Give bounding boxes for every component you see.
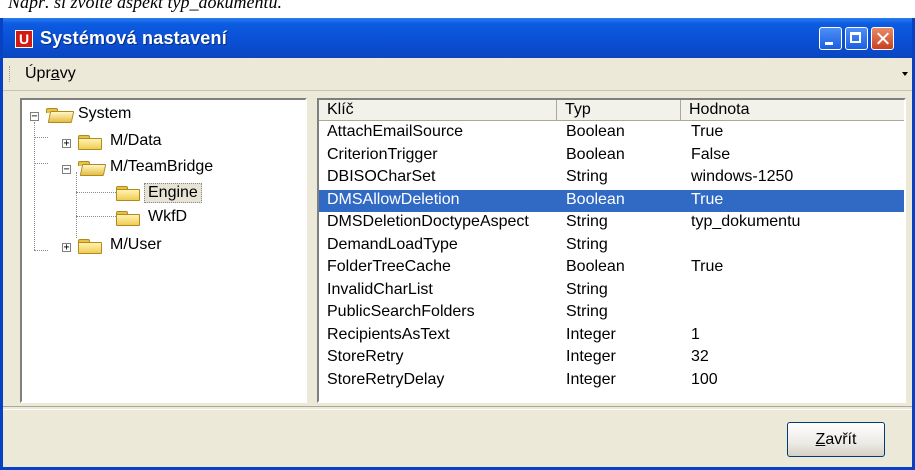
collapse-icon[interactable]: − <box>30 112 39 122</box>
table-row[interactable]: InvalidCharList String <box>319 280 904 302</box>
folder-icon <box>78 135 103 150</box>
tree-label: WkfD <box>148 208 188 225</box>
cell-type: String <box>566 235 608 253</box>
table-row[interactable]: RecipientsAsText Integer 1 <box>319 325 904 347</box>
table-row[interactable]: AttachEmailSource Boolean True <box>319 122 904 144</box>
table-row[interactable]: PublicSearchFolders String <box>319 302 904 324</box>
cell-value: True <box>691 258 724 275</box>
column-header-type[interactable]: Typ <box>557 100 681 121</box>
cell-key: StoreRetry <box>327 348 404 365</box>
tree-connector <box>34 250 48 251</box>
close-button[interactable]: Zavřít <box>787 422 885 457</box>
maximize-button[interactable] <box>845 27 868 50</box>
settings-table: Klíč Typ Hodnota AttachEmailSource Boolea… <box>317 98 906 403</box>
minimize-button[interactable] <box>819 27 842 50</box>
cell-key: CriterionTrigger <box>327 145 438 163</box>
folder-icon <box>78 239 103 254</box>
cell-value: 100 <box>691 370 718 388</box>
table-row[interactable]: FolderTreeCache Boolean True <box>319 257 904 279</box>
open-folder-icon <box>78 161 107 176</box>
close-window-button[interactable] <box>871 27 894 50</box>
expand-icon[interactable]: + <box>62 139 71 149</box>
expand-icon[interactable]: + <box>62 243 71 253</box>
cell-key: FolderTreeCache <box>327 258 451 275</box>
cell-value: windows-1250 <box>691 168 794 185</box>
tree-label: M/User <box>110 236 162 253</box>
tree-connector <box>76 216 116 217</box>
cell-type: Boolean <box>566 258 625 275</box>
cell-key: DMSAllowDeletion <box>327 190 460 208</box>
cell-type: String <box>566 303 608 320</box>
cell-key: DBISOCharSet <box>327 168 436 185</box>
settings-window: U Systémová nastavení Úpravy − System + … <box>0 18 915 470</box>
cell-key: AttachEmailSource <box>327 123 464 140</box>
title-bar[interactable]: U Systémová nastavení <box>3 18 912 58</box>
cell-type: String <box>566 213 608 230</box>
table-row[interactable]: StoreRetryDelay Integer 100 <box>319 370 904 392</box>
cell-key: InvalidCharList <box>327 280 433 298</box>
table-row[interactable]: DMSAllowDeletion Boolean True <box>319 189 904 212</box>
cell-type: Integer <box>566 325 616 343</box>
table-row[interactable]: CriterionTrigger Boolean False <box>319 145 904 167</box>
tree-connector <box>34 122 35 250</box>
cell-type: Boolean <box>566 190 625 208</box>
app-icon: U <box>15 30 33 48</box>
menu-upravy[interactable]: Úpravy <box>25 65 76 83</box>
cell-type: Boolean <box>566 145 625 163</box>
tree-label-selected: Engine <box>144 183 202 203</box>
cell-key: RecipientsAsText <box>327 325 450 343</box>
cell-key: DemandLoadType <box>327 235 458 253</box>
toolbar-grip[interactable] <box>9 66 13 82</box>
cell-value: False <box>691 145 731 163</box>
cell-key: DMSDeletionDoctypeAspect <box>327 213 529 230</box>
column-header-key[interactable]: Klíč <box>319 100 557 121</box>
tree-connector <box>34 163 48 164</box>
cell-type: Boolean <box>566 123 625 140</box>
open-folder-icon <box>46 108 75 123</box>
collapse-icon[interactable]: − <box>62 165 71 175</box>
folder-icon <box>116 186 141 201</box>
cell-key: PublicSearchFolders <box>327 303 475 320</box>
cell-value: typ_dokumentu <box>691 213 801 230</box>
tree-label: M/Data <box>110 132 162 149</box>
cell-type: String <box>566 280 608 298</box>
caption-text: Např. si zvolte aspekt typ_dokumentu. <box>8 0 282 12</box>
footer-divider <box>3 406 912 410</box>
window-title: Systémová nastavení <box>40 28 227 48</box>
cell-value: True <box>691 190 724 208</box>
table-row[interactable]: DBISOCharSet String windows-1250 <box>319 167 904 189</box>
caption-text-strip: Např. si zvolte aspekt typ_dokumentu. <box>0 0 915 18</box>
column-header-value[interactable]: Hodnota <box>681 100 904 121</box>
cell-key: StoreRetryDelay <box>327 370 445 388</box>
table-row[interactable]: DMSDeletionDoctypeAspect String typ_dokume… <box>319 212 904 234</box>
folder-icon <box>116 211 141 226</box>
menu-bar: Úpravy <box>3 58 912 91</box>
tree-connector <box>76 172 77 238</box>
cell-value: 1 <box>691 325 700 343</box>
cell-type: String <box>566 168 608 185</box>
tree-label: M/TeamBridge <box>110 158 214 175</box>
settings-tree: − System + M/Data − M/TeamBridge Engine … <box>20 98 307 403</box>
tree-connector <box>76 192 116 193</box>
chevron-down-icon[interactable] <box>902 72 908 76</box>
cell-value: 32 <box>691 348 709 365</box>
tree-connector <box>34 137 48 138</box>
tree-label: System <box>78 105 132 122</box>
table-row[interactable]: DemandLoadType String <box>319 235 904 257</box>
table-row[interactable]: StoreRetry Integer 32 <box>319 347 904 369</box>
cell-value: True <box>691 123 724 140</box>
cell-type: Integer <box>566 370 616 388</box>
cell-type: Integer <box>566 348 616 365</box>
